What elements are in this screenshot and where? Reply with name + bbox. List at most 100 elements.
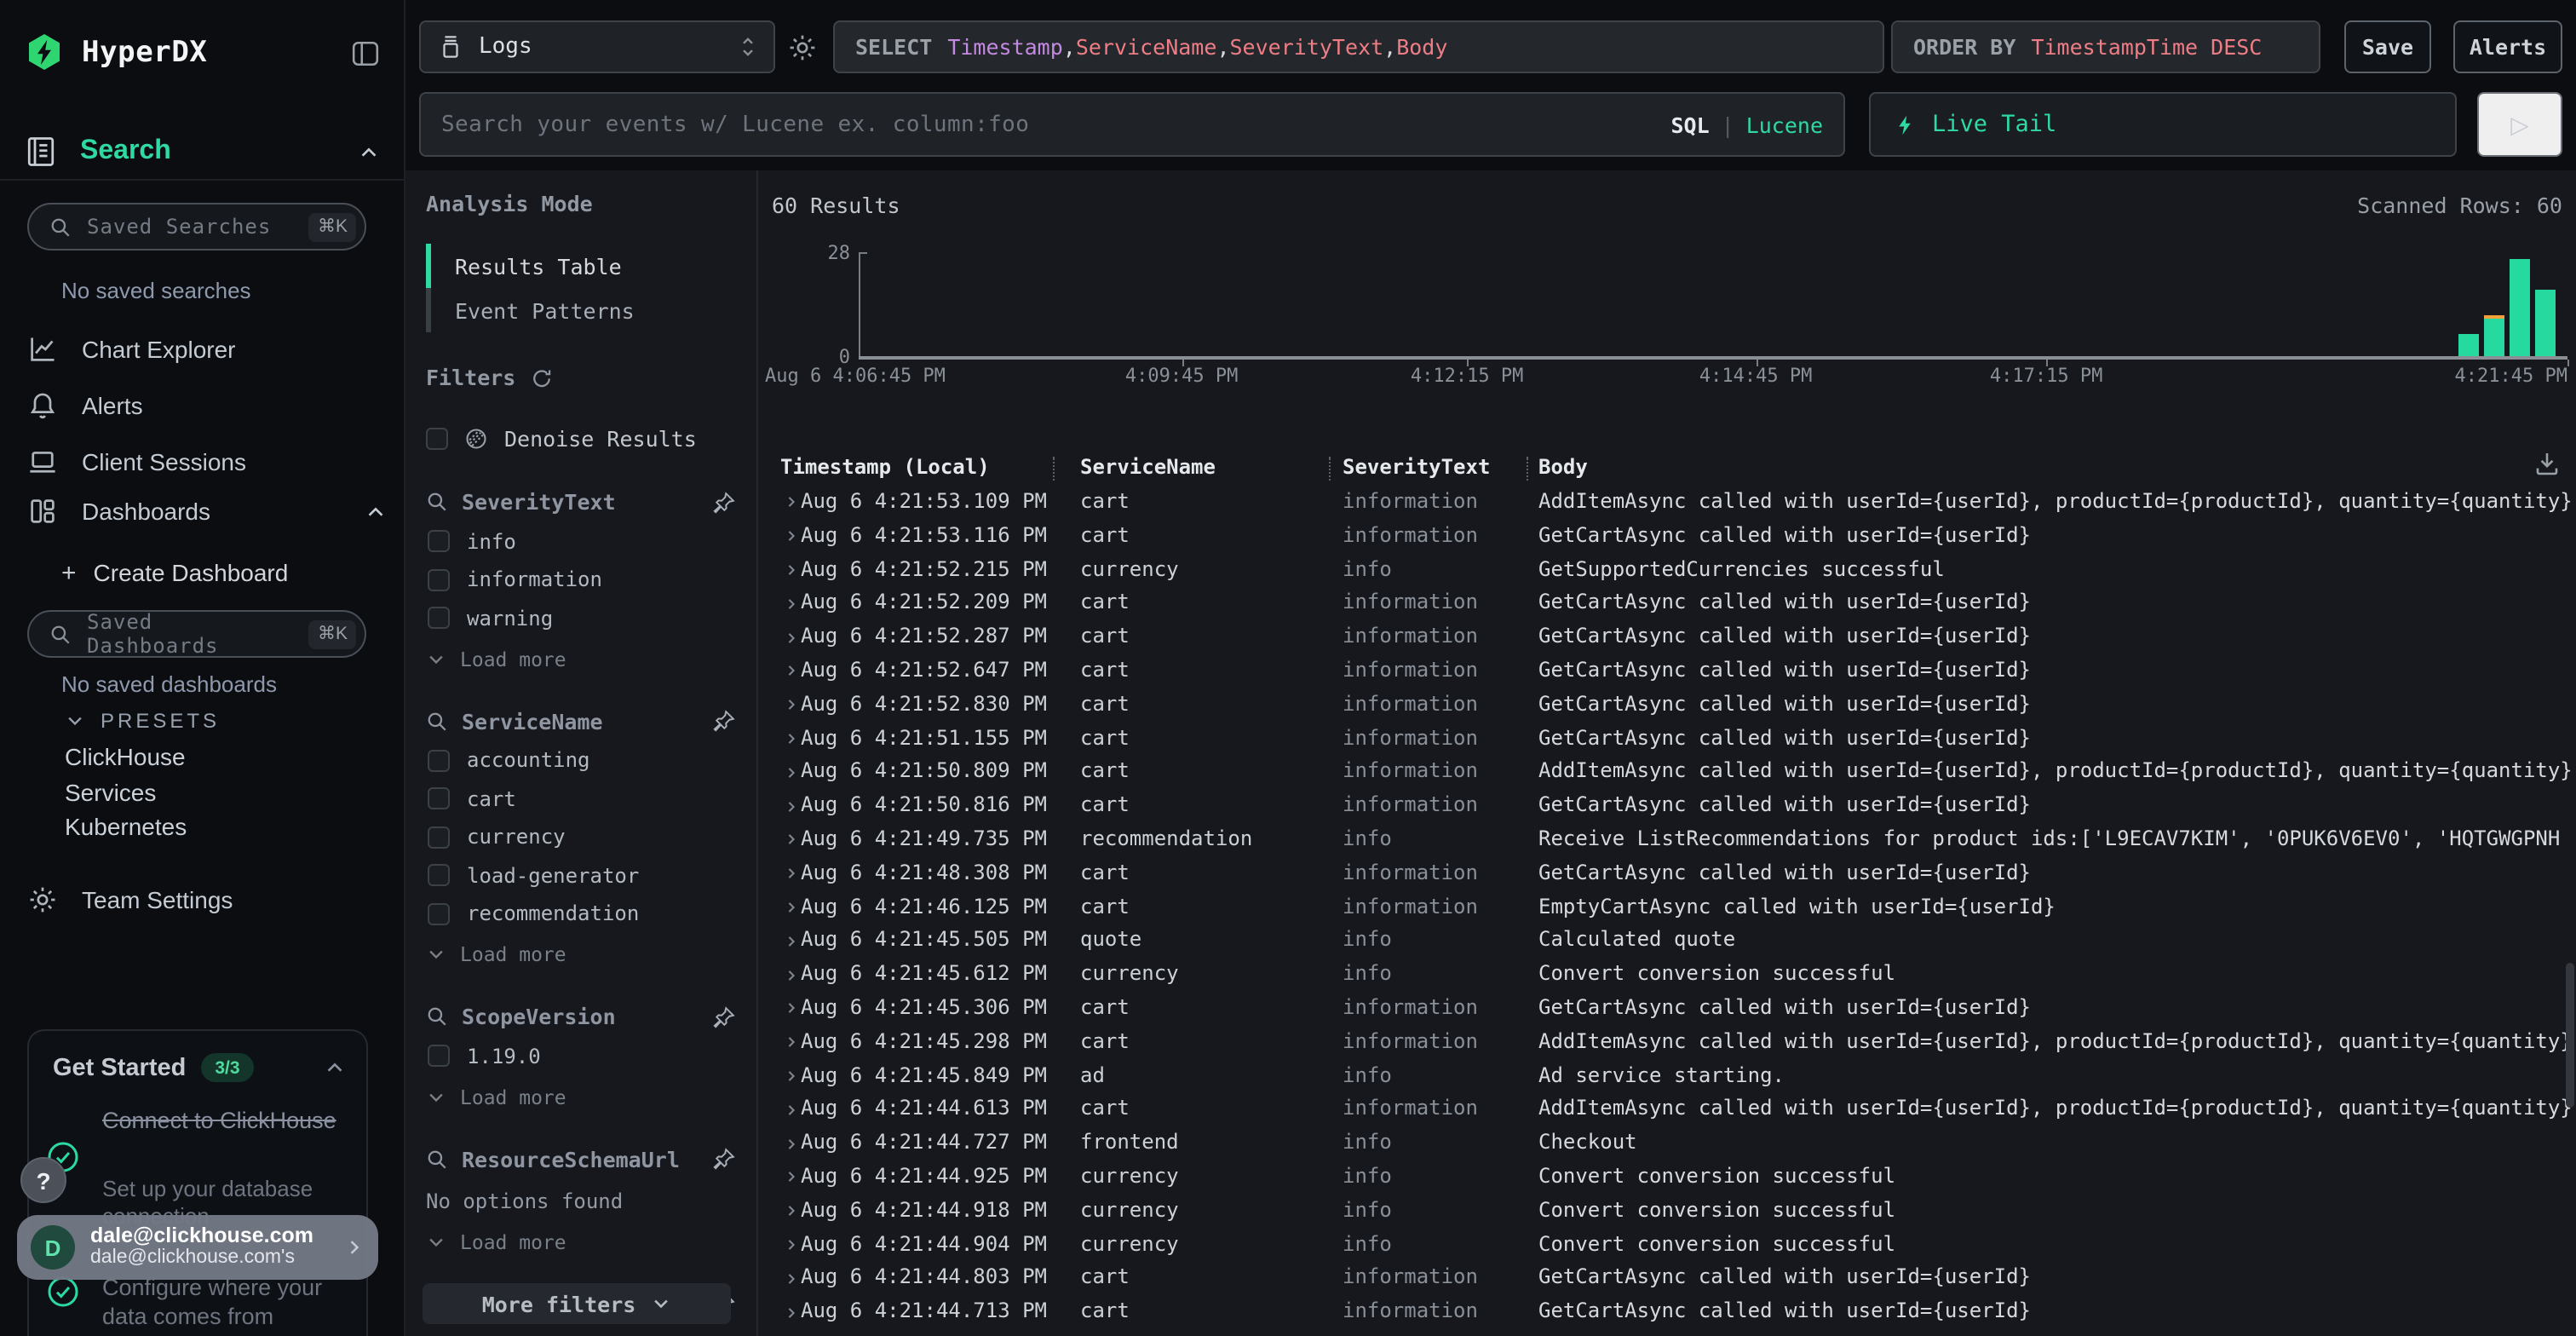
pin-icon[interactable] (712, 490, 736, 514)
analysis-mode-tab-results-table[interactable]: Results Table (426, 244, 736, 288)
table-row[interactable]: Aug 6 4:21:52.830 PMcartinformationGetCa… (758, 688, 2576, 723)
event-search-input[interactable]: Search your events w/ Lucene ex. column:… (419, 92, 1845, 157)
facet-option-recommendation[interactable]: recommendation (426, 901, 736, 925)
checkbox[interactable] (428, 530, 450, 552)
histogram-bar-info[interactable] (2510, 260, 2530, 356)
live-tail-button[interactable]: Live Tail (1869, 92, 2457, 157)
scrollbar-thumb[interactable] (2566, 963, 2574, 1108)
preset-kubernetes[interactable]: Kubernetes (65, 809, 387, 844)
table-row[interactable]: Aug 6 4:21:52.647 PMcartinformationGetCa… (758, 654, 2576, 688)
help-button[interactable]: ? (20, 1157, 66, 1203)
checkbox[interactable] (428, 826, 450, 848)
table-row[interactable]: Aug 6 4:21:52.209 PMcartinformationGetCa… (758, 587, 2576, 621)
checkbox[interactable] (428, 902, 450, 924)
sidebar-item-team-settings[interactable]: Team Settings (27, 881, 387, 918)
histogram-bar-info[interactable] (2484, 319, 2504, 356)
column-header-timestamp-local-[interactable]: Timestamp (Local) (780, 455, 990, 479)
row-expand-chevron-icon[interactable] (780, 1134, 801, 1153)
row-expand-chevron-icon[interactable] (780, 999, 801, 1018)
sidebar-collapse-icon[interactable] (351, 38, 380, 67)
checkbox[interactable] (428, 568, 450, 590)
table-row[interactable]: Aug 6 4:21:45.306 PMcartinformationGetCa… (758, 992, 2576, 1026)
sidebar-item-chart-explorer[interactable]: Chart Explorer (27, 320, 387, 377)
table-row[interactable]: Aug 6 4:21:52.215 PMcurrencyinfoGetSuppo… (758, 553, 2576, 587)
get-started-item-done[interactable]: Connect to ClickHouse (102, 1106, 344, 1136)
checkbox[interactable] (426, 428, 448, 450)
preset-services[interactable]: Services (65, 775, 387, 809)
chevron-up-icon[interactable] (358, 141, 380, 163)
table-row[interactable]: Aug 6 4:21:50.809 PMcartinformationAddIt… (758, 756, 2576, 790)
facet-option-currency[interactable]: currency (426, 825, 736, 849)
row-expand-chevron-icon[interactable] (780, 662, 801, 681)
row-expand-chevron-icon[interactable] (780, 965, 801, 984)
row-expand-chevron-icon[interactable] (780, 864, 801, 883)
checkbox[interactable] (428, 864, 450, 886)
histogram-bar-warning[interactable] (2484, 315, 2504, 319)
table-row[interactable]: Aug 6 4:21:44.925 PMcurrencyinfoConvert … (758, 1160, 2576, 1195)
table-row[interactable]: Aug 6 4:21:49.735 PMrecommendationinfoRe… (758, 823, 2576, 857)
create-dashboard-button[interactable]: + Create Dashboard (61, 557, 288, 588)
load-more-button[interactable]: Load more (426, 1229, 736, 1253)
row-expand-chevron-icon[interactable] (780, 1067, 801, 1086)
lucene-toggle[interactable]: Lucene (1746, 112, 1823, 137)
row-expand-chevron-icon[interactable] (780, 695, 801, 714)
row-expand-chevron-icon[interactable] (780, 1033, 801, 1051)
histogram-bar-info[interactable] (2535, 290, 2556, 356)
preset-clickhouse[interactable]: ClickHouse (65, 740, 387, 775)
order-by-input[interactable]: ORDER BY TimestampTime DESC (1891, 20, 2320, 73)
column-resize-handle[interactable] (1053, 457, 1055, 481)
alerts-button[interactable]: Alerts (2453, 20, 2562, 73)
save-button[interactable]: Save (2344, 20, 2431, 73)
source-settings-gear-icon[interactable] (787, 32, 818, 63)
chevron-up-icon[interactable] (324, 1057, 346, 1079)
table-row[interactable]: Aug 6 4:21:46.125 PMcartinformationEmpty… (758, 890, 2576, 924)
column-header-body[interactable]: Body (1538, 455, 1588, 479)
row-expand-chevron-icon[interactable] (780, 1235, 801, 1254)
get-started-item[interactable]: Configure where your data comes from (102, 1273, 358, 1331)
row-expand-chevron-icon[interactable] (780, 1100, 801, 1119)
analysis-mode-tab-event-patterns[interactable]: Event Patterns (426, 288, 736, 332)
load-more-button[interactable]: Load more (426, 647, 736, 671)
row-expand-chevron-icon[interactable] (780, 763, 801, 782)
table-row[interactable]: Aug 6 4:21:44.904 PMcurrencyinfoConvert … (758, 1228, 2576, 1262)
table-row[interactable]: Aug 6 4:21:52.287 PMcartinformationGetCa… (758, 620, 2576, 654)
pin-icon[interactable] (712, 709, 736, 733)
table-row[interactable]: Aug 6 4:21:44.727 PMfrontendinfoCheckout (758, 1126, 2576, 1160)
facet-option-cart[interactable]: cart (426, 786, 736, 810)
table-row[interactable]: Aug 6 4:21:45.298 PMcartinformationAddIt… (758, 1026, 2576, 1060)
pin-icon[interactable] (712, 1005, 736, 1028)
histogram-bar-info[interactable] (2458, 334, 2479, 356)
user-account-tooltip[interactable]: D dale@clickhouse.com dale@clickhouse.co… (17, 1215, 378, 1280)
saved-dashboards-input[interactable]: Saved Dashboards ⌘K (27, 610, 366, 658)
row-expand-chevron-icon[interactable] (780, 561, 801, 579)
row-expand-chevron-icon[interactable] (780, 1201, 801, 1220)
row-expand-chevron-icon[interactable] (780, 932, 801, 951)
table-row[interactable]: Aug 6 4:21:53.109 PMcartinformationAddIt… (758, 486, 2576, 520)
pin-icon[interactable] (712, 1147, 736, 1171)
run-query-play-button[interactable]: ▷ (2477, 92, 2562, 157)
table-row[interactable]: Aug 6 4:21:50.816 PMcartinformationGetCa… (758, 789, 2576, 823)
facet-option-load-generator[interactable]: load-generator (426, 863, 736, 887)
sidebar-item-client-sessions[interactable]: Client Sessions (27, 433, 387, 489)
sidebar-item-alerts[interactable]: Alerts (27, 377, 387, 433)
table-row[interactable]: Aug 6 4:21:45.612 PMcurrencyinfoConvert … (758, 958, 2576, 992)
search-icon[interactable] (426, 1148, 448, 1170)
sidebar-section-search[interactable]: Search (24, 133, 380, 170)
facet-option-warning[interactable]: warning (426, 606, 736, 630)
table-row[interactable]: Aug 6 4:21:45.505 PMquoteinfoCalculated … (758, 924, 2576, 959)
table-row[interactable]: Aug 6 4:21:48.308 PMcartinformationGetCa… (758, 857, 2576, 891)
row-expand-chevron-icon[interactable] (780, 628, 801, 647)
row-expand-chevron-icon[interactable] (780, 1168, 801, 1187)
chevron-up-icon[interactable] (365, 500, 387, 522)
row-expand-chevron-icon[interactable] (780, 898, 801, 917)
table-row[interactable]: Aug 6 4:21:44.613 PMcartinformationAddIt… (758, 1093, 2576, 1127)
presets-section-toggle[interactable]: PRESETS (65, 705, 220, 736)
row-expand-chevron-icon[interactable] (780, 1269, 801, 1287)
table-row[interactable]: Aug 6 4:21:44.713 PMcartinformationGetCa… (758, 1295, 2576, 1329)
load-more-button[interactable]: Load more (426, 942, 736, 966)
search-icon[interactable] (426, 1005, 448, 1028)
column-resize-handle[interactable] (1329, 457, 1331, 481)
row-expand-chevron-icon[interactable] (780, 493, 801, 512)
search-icon[interactable] (426, 710, 448, 732)
facet-option-accounting[interactable]: accounting (426, 748, 736, 772)
